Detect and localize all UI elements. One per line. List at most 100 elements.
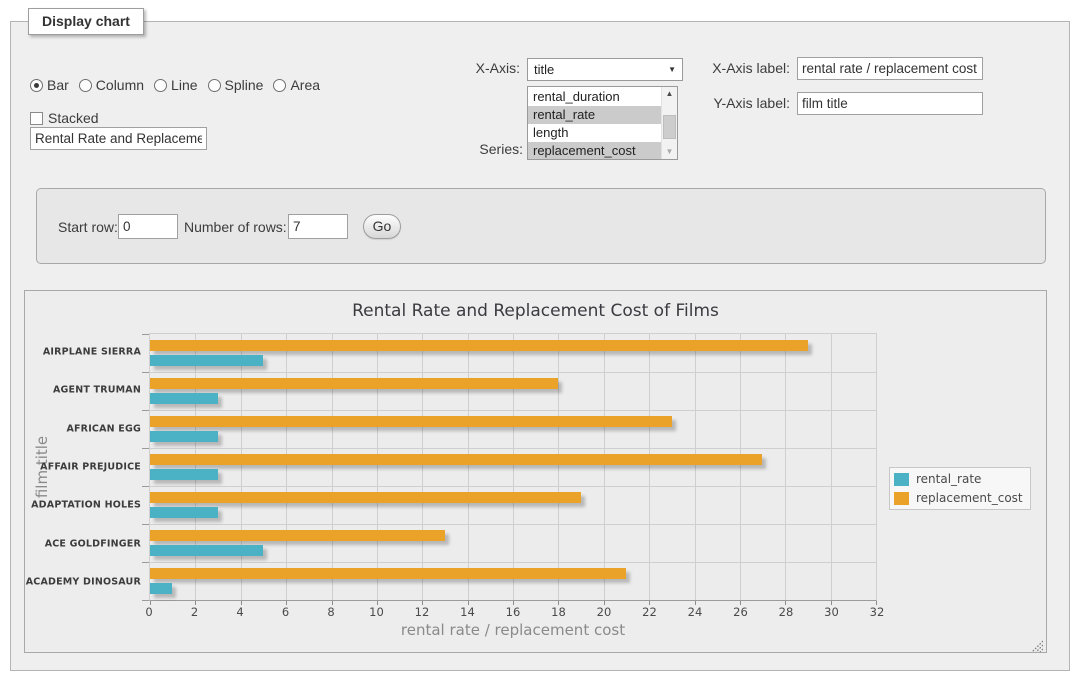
category-band xyxy=(150,562,876,600)
y-tick-label: AFFAIR PREJUDICE xyxy=(25,462,141,473)
bar-replacement_cost xyxy=(150,340,808,351)
stacked-option[interactable]: Stacked xyxy=(30,110,99,126)
bar-rental_rate xyxy=(150,507,218,518)
y-tick-mark xyxy=(142,486,149,487)
y-tick-mark xyxy=(142,372,149,373)
go-button[interactable]: Go xyxy=(363,214,401,239)
bar-rental_rate xyxy=(150,545,263,556)
x-tick-labels: 02468101214161820222426283032 xyxy=(149,605,877,619)
x-tick-label: 0 xyxy=(145,605,152,619)
chart-type-option-label: Line xyxy=(171,77,197,93)
bar-replacement_cost xyxy=(150,530,445,541)
chart-type-group: Bar Column Line Spline Area xyxy=(30,77,330,93)
legend-item: rental_rate xyxy=(894,472,1023,486)
x-tick-label: 26 xyxy=(733,605,748,619)
x-axis-label-input[interactable] xyxy=(797,57,983,80)
radio-icon[interactable] xyxy=(154,79,167,92)
bar-rental_rate xyxy=(150,431,218,442)
stacked-checkbox[interactable] xyxy=(30,112,43,125)
chart-type-option-line[interactable]: Line xyxy=(154,77,197,93)
y-tick-mark xyxy=(142,562,149,563)
chart-legend: rental_rate replacement_cost xyxy=(889,467,1031,510)
chart-title-input[interactable] xyxy=(30,127,207,150)
number-of-rows-input[interactable] xyxy=(288,214,348,239)
bar-replacement_cost xyxy=(150,378,558,389)
category-band xyxy=(150,410,876,448)
category-band xyxy=(150,524,876,562)
scrollbar-thumb[interactable] xyxy=(663,115,676,139)
series-option-rental_rate[interactable]: rental_rate xyxy=(528,106,661,124)
y-tick-label: ACADEMY DINOSAUR xyxy=(25,576,141,587)
y-axis-label-input[interactable] xyxy=(797,92,983,115)
radio-icon[interactable] xyxy=(30,79,43,92)
y-tick-mark xyxy=(142,600,149,601)
chart-type-option-label: Area xyxy=(290,77,320,93)
x-tick-label: 28 xyxy=(779,605,794,619)
radio-icon[interactable] xyxy=(208,79,221,92)
chart-type-option-bar[interactable]: Bar xyxy=(30,77,69,93)
x-tick-label: 18 xyxy=(551,605,566,619)
x-axis-label-label: X-Axis label: xyxy=(651,60,790,76)
y-tick-labels: AIRPLANE SIERRAAGENT TRUMANAFRICAN EGGAF… xyxy=(25,333,141,601)
y-tick-mark xyxy=(142,448,149,449)
series-select-label: Series: xyxy=(431,141,523,157)
chart-type-option-label: Bar xyxy=(47,77,69,93)
x-tick-label: 30 xyxy=(824,605,839,619)
series-options: rental_durationrental_ratelengthreplacem… xyxy=(528,88,661,159)
y-tick-mark xyxy=(142,524,149,525)
x-axis-select-label: X-Axis: xyxy=(431,60,520,76)
y-tick-mark xyxy=(142,334,149,335)
x-tick-label: 24 xyxy=(688,605,703,619)
legend-label: rental_rate xyxy=(916,472,981,486)
chart-type-option-label: Column xyxy=(96,77,144,93)
x-tick-label: 10 xyxy=(369,605,384,619)
scroll-down-icon[interactable]: ▼ xyxy=(662,145,677,159)
y-tick-mark xyxy=(142,410,149,411)
bar-replacement_cost xyxy=(150,454,762,465)
display-chart-panel: Display chart BarColumnLineSplineArea St… xyxy=(10,21,1070,671)
bar-rental_rate xyxy=(150,469,218,480)
plot-area xyxy=(149,333,877,601)
category-band xyxy=(150,372,876,410)
bar-rental_rate xyxy=(150,393,218,404)
stacked-label: Stacked xyxy=(48,110,99,126)
x-tick-label: 12 xyxy=(415,605,430,619)
series-option-length[interactable]: length xyxy=(528,124,661,142)
chart-title: Rental Rate and Replacement Cost of Film… xyxy=(25,301,1046,321)
category-band xyxy=(150,334,876,372)
chart-type-option-label: Spline xyxy=(225,77,264,93)
radio-icon[interactable] xyxy=(273,79,286,92)
x-tick-label: 22 xyxy=(642,605,657,619)
x-tick-label: 32 xyxy=(870,605,885,619)
x-tick-label: 8 xyxy=(327,605,334,619)
x-tick-label: 20 xyxy=(597,605,612,619)
category-band xyxy=(150,486,876,524)
legend-label: replacement_cost xyxy=(916,491,1023,505)
category-band xyxy=(150,448,876,486)
legend-item: replacement_cost xyxy=(894,491,1023,505)
radio-icon[interactable] xyxy=(79,79,92,92)
x-tick-label: 6 xyxy=(282,605,289,619)
bar-rental_rate xyxy=(150,583,172,594)
x-tick-label: 4 xyxy=(236,605,243,619)
x-tick-label: 2 xyxy=(191,605,198,619)
resize-handle-icon[interactable] xyxy=(1031,637,1043,649)
chart-container: Rental Rate and Replacement Cost of Film… xyxy=(24,290,1047,653)
bar-replacement_cost xyxy=(150,416,672,427)
legend-swatch xyxy=(894,473,909,486)
chart-type-option-area[interactable]: Area xyxy=(273,77,320,93)
series-option-rental_duration[interactable]: rental_duration xyxy=(528,88,661,106)
y-axis-label-label: Y-Axis label: xyxy=(651,95,790,111)
x-tick-label: 16 xyxy=(506,605,521,619)
chart-type-option-column[interactable]: Column xyxy=(79,77,144,93)
panel-title: Display chart xyxy=(28,8,144,35)
series-option-replacement_cost[interactable]: replacement_cost xyxy=(528,142,661,160)
start-row-input[interactable] xyxy=(118,214,178,239)
y-tick-label: ADAPTATION HOLES xyxy=(25,500,141,511)
bar-replacement_cost xyxy=(150,568,626,579)
number-of-rows-label: Number of rows: xyxy=(184,219,287,235)
row-range-panel: Start row: Number of rows: Go xyxy=(36,188,1046,264)
y-tick-label: AGENT TRUMAN xyxy=(25,385,141,396)
bar-rental_rate xyxy=(150,355,263,366)
chart-type-option-spline[interactable]: Spline xyxy=(208,77,264,93)
